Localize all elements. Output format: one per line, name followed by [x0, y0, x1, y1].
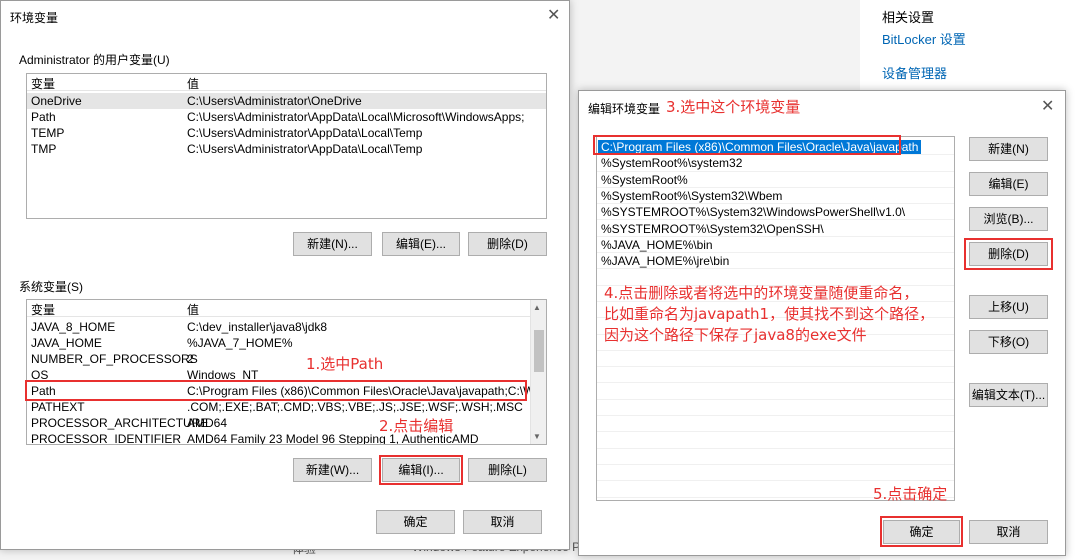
path-entry-empty[interactable]: [597, 367, 954, 384]
bitlocker-link[interactable]: BitLocker 设置: [882, 29, 966, 48]
path-row-highlight: [25, 380, 527, 401]
var-name: NUMBER_OF_PROCESSORS: [31, 352, 198, 366]
var-name: JAVA_HOME: [31, 336, 102, 350]
system-delete-button[interactable]: 删除(L): [468, 458, 547, 482]
var-name: TEMP: [31, 126, 65, 140]
path-entry-empty[interactable]: [597, 384, 954, 400]
var-name: PROCESSOR_ARCHITECTURE: [31, 416, 209, 430]
path-entry[interactable]: %JAVA_HOME%\jre\bin: [597, 253, 954, 270]
annotation-step1: 1.选中Path: [306, 355, 384, 373]
var-value: C:\dev_installer\java8\jdk8: [187, 320, 328, 334]
path-entry[interactable]: %SystemRoot%: [597, 172, 954, 188]
close-icon[interactable]: ✕: [547, 8, 560, 24]
path-entry-empty[interactable]: [597, 465, 954, 482]
ok-button[interactable]: 确定: [376, 510, 455, 534]
var-name: PROCESSOR_IDENTIFIER: [31, 432, 182, 445]
list-header: 变量 值: [27, 74, 546, 91]
var-value: .COM;.EXE;.BAT;.CMD;.VBS;.VBE;.JS;.JSE;.…: [187, 400, 523, 414]
system-vars-list[interactable]: 变量 值 JAVA_8_HOME C:\dev_installer\java8\…: [26, 299, 547, 445]
system-var-row[interactable]: JAVA_HOME %JAVA_7_HOME%: [27, 335, 546, 351]
var-value: %JAVA_7_HOME%: [187, 336, 293, 350]
annotation-step4-line: 因为这个路径下保存了java8的exe文件: [604, 326, 867, 344]
path-entry-empty[interactable]: [597, 400, 954, 417]
column-variable: 变量: [31, 303, 56, 317]
system-vars-label: 系统变量(S): [19, 280, 83, 294]
scroll-down-icon[interactable]: ▼: [533, 432, 541, 441]
selected-path-highlight: [593, 135, 901, 155]
annotation-step4-line: 4.点击删除或者将选中的环境变量随便重命名，: [604, 284, 919, 302]
column-value: 值: [187, 77, 200, 91]
var-name: OneDrive: [31, 94, 82, 108]
related-settings-heading: 相关设置: [882, 10, 935, 25]
var-value: C:\Users\Administrator\AppData\Local\Tem…: [187, 126, 423, 140]
user-var-row[interactable]: TMP C:\Users\Administrator\AppData\Local…: [27, 141, 546, 157]
user-vars-label: Administrator 的用户变量(U): [19, 53, 170, 67]
var-value: AMD64: [187, 416, 228, 430]
var-value: C:\Users\Administrator\OneDrive: [187, 94, 362, 108]
column-value: 值: [187, 303, 200, 317]
delete-button-highlight: [964, 238, 1053, 270]
var-name: TMP: [31, 142, 57, 156]
system-new-button[interactable]: 新建(W)...: [293, 458, 372, 482]
path-entry[interactable]: %JAVA_HOME%\bin: [597, 237, 954, 254]
edit-button[interactable]: 编辑(E): [969, 172, 1048, 196]
user-var-row[interactable]: TEMP C:\Users\Administrator\AppData\Loca…: [27, 125, 546, 141]
var-name: PATHEXT: [31, 400, 85, 414]
env-variables-dialog: 环境变量 ✕ Administrator 的用户变量(U) 变量 值 OneDr…: [0, 0, 570, 550]
annotation-step5: 5.点击确定: [873, 485, 948, 503]
new-button[interactable]: 新建(N): [969, 137, 1048, 161]
path-entry[interactable]: %SystemRoot%\System32\Wbem: [597, 188, 954, 205]
edit-text-button[interactable]: 编辑文本(T)...: [969, 383, 1048, 407]
user-delete-button[interactable]: 删除(D): [468, 232, 547, 256]
column-variable: 变量: [31, 77, 56, 91]
scroll-up-icon[interactable]: ▲: [533, 303, 541, 312]
annotation-step4: 4.点击删除或者将选中的环境变量随便重命名， 比如重命名为javapath1，使…: [604, 283, 934, 346]
vertical-scrollbar[interactable]: ▲ ▼: [530, 300, 546, 444]
dialog-title: 编辑环境变量: [588, 102, 661, 116]
annotation-step2: 2.点击编辑: [379, 417, 454, 435]
move-up-button[interactable]: 上移(U): [969, 295, 1048, 319]
system-var-row[interactable]: JAVA_8_HOME C:\dev_installer\java8\jdk8: [27, 319, 546, 335]
dialog-title: 环境变量: [10, 11, 59, 25]
user-var-row[interactable]: OneDrive C:\Users\Administrator\OneDrive: [27, 93, 546, 109]
path-entry-empty[interactable]: [597, 449, 954, 465]
annotation-step3: 3.选中这个环境变量: [666, 98, 801, 116]
device-manager-link[interactable]: 设备管理器: [882, 63, 947, 82]
close-icon[interactable]: ✕: [1041, 99, 1054, 115]
system-var-row[interactable]: PATHEXT .COM;.EXE;.BAT;.CMD;.VBS;.VBE;.J…: [27, 399, 546, 415]
annotation-step4-line: 比如重命名为javapath1，使其找不到这个路径，: [604, 305, 935, 323]
path-entry-empty[interactable]: [597, 351, 954, 368]
path-entry[interactable]: %SystemRoot%\system32: [597, 155, 954, 172]
var-value: C:\Users\Administrator\AppData\Local\Tem…: [187, 142, 423, 156]
system-var-row[interactable]: PROCESSOR_ARCHITECTURE AMD64: [27, 415, 546, 431]
system-var-row[interactable]: NUMBER_OF_PROCESSORS 2: [27, 351, 546, 367]
path-entry[interactable]: %SYSTEMROOT%\System32\WindowsPowerShell\…: [597, 204, 954, 221]
var-value: C:\Users\Administrator\AppData\Local\Mic…: [187, 110, 525, 124]
edit-button-highlight: [379, 455, 463, 485]
user-new-button[interactable]: 新建(N)...: [293, 232, 372, 256]
system-var-row[interactable]: PROCESSOR_IDENTIFIER AMD64 Family 23 Mod…: [27, 431, 546, 445]
path-entry[interactable]: %SYSTEMROOT%\System32\OpenSSH\: [597, 221, 954, 237]
user-var-row[interactable]: Path C:\Users\Administrator\AppData\Loca…: [27, 109, 546, 125]
move-down-button[interactable]: 下移(O): [969, 330, 1048, 354]
var-name: JAVA_8_HOME: [31, 320, 116, 334]
user-vars-list[interactable]: 变量 值 OneDrive C:\Users\Administrator\One…: [26, 73, 547, 219]
var-name: Path: [31, 110, 56, 124]
var-value: 2: [187, 352, 194, 366]
user-edit-button[interactable]: 编辑(E)...: [382, 232, 460, 256]
list-header: 变量 值: [27, 300, 546, 317]
browse-button[interactable]: 浏览(B)...: [969, 207, 1048, 231]
path-entry-empty[interactable]: [597, 416, 954, 433]
ok-button-highlight: [880, 516, 963, 547]
scroll-thumb[interactable]: [534, 330, 544, 372]
path-entry-empty[interactable]: [597, 432, 954, 449]
cancel-button[interactable]: 取消: [969, 520, 1048, 544]
cancel-button[interactable]: 取消: [463, 510, 542, 534]
